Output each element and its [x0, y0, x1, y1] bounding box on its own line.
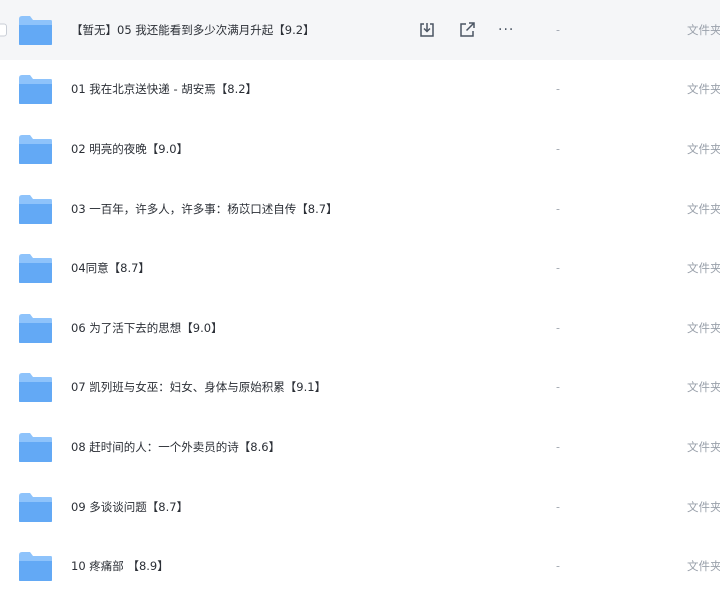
more-icon[interactable]: ···	[498, 18, 538, 42]
file-type: 文件夹	[687, 499, 720, 514]
folder-icon	[19, 313, 52, 343]
folder-icon	[19, 373, 52, 403]
file-name[interactable]: 08 赶时间的人：一个外卖员的诗【8.6】	[71, 439, 280, 455]
file-type: 文件夹	[687, 380, 720, 395]
row-actions: ···	[418, 18, 538, 42]
file-size: -	[556, 261, 560, 275]
file-size: -	[556, 321, 560, 335]
file-size: -	[556, 559, 560, 573]
file-name[interactable]: 07 凯列班与女巫：妇女、身体与原始积累【9.1】	[71, 379, 326, 395]
file-row[interactable]: 10 疼痛部 【8.9】 - 文件夹	[0, 536, 720, 596]
file-row[interactable]: 06 为了活下去的思想【9.0】 - 文件夹	[0, 298, 720, 358]
file-row[interactable]: 04同意【8.7】 - 文件夹	[0, 238, 720, 298]
file-type: 文件夹	[687, 559, 720, 574]
folder-icon	[19, 15, 52, 45]
folder-icon	[19, 194, 52, 224]
file-row[interactable]: 01 我在北京送快递 - 胡安焉【8.2】 - 文件夹	[0, 60, 720, 120]
file-size: -	[556, 380, 560, 394]
file-name[interactable]: 10 疼痛部 【8.9】	[71, 558, 169, 574]
file-name[interactable]: 03 一百年，许多人，许多事：杨苡口述自传【8.7】	[71, 201, 338, 217]
file-type: 文件夹	[687, 82, 720, 97]
file-name[interactable]: 06 为了活下去的思想【9.0】	[71, 320, 223, 336]
file-type: 文件夹	[687, 320, 720, 335]
file-row[interactable]: 【暂无】05 我还能看到多少次满月升起【9.2】 ··· - 文件夹	[0, 0, 720, 60]
folder-icon	[19, 134, 52, 164]
file-row[interactable]: 02 明亮的夜晚【9.0】 - 文件夹	[0, 119, 720, 179]
file-list: 【暂无】05 我还能看到多少次满月升起【9.2】 ··· - 文件夹 01 我在…	[0, 0, 720, 596]
file-row[interactable]: 09 多谈谈问题【8.7】 - 文件夹	[0, 477, 720, 537]
file-name[interactable]: 09 多谈谈问题【8.7】	[71, 499, 188, 515]
file-type: 文件夹	[687, 201, 720, 216]
folder-icon	[19, 254, 52, 284]
file-row[interactable]: 07 凯列班与女巫：妇女、身体与原始积累【9.1】 - 文件夹	[0, 358, 720, 418]
file-size: -	[556, 440, 560, 454]
folder-icon	[19, 492, 52, 522]
file-type: 文件夹	[687, 439, 720, 454]
share-icon[interactable]	[458, 18, 498, 42]
file-size: -	[556, 82, 560, 96]
file-name[interactable]: 01 我在北京送快递 - 胡安焉【8.2】	[71, 81, 257, 97]
file-name[interactable]: 04同意【8.7】	[71, 260, 150, 276]
file-name[interactable]: 【暂无】05 我还能看到多少次满月升起【9.2】	[71, 22, 315, 38]
file-size: -	[556, 500, 560, 514]
file-size: -	[556, 202, 560, 216]
file-row[interactable]: 03 一百年，许多人，许多事：杨苡口述自传【8.7】 - 文件夹	[0, 179, 720, 239]
folder-icon	[19, 75, 52, 105]
file-row[interactable]: 08 赶时间的人：一个外卖员的诗【8.6】 - 文件夹	[0, 417, 720, 477]
row-checkbox[interactable]	[0, 23, 7, 37]
file-type: 文件夹	[687, 141, 720, 156]
folder-icon	[19, 432, 52, 462]
file-name[interactable]: 02 明亮的夜晚【9.0】	[71, 141, 188, 157]
file-type: 文件夹	[687, 22, 720, 37]
download-icon[interactable]	[418, 18, 458, 42]
file-size: -	[556, 142, 560, 156]
file-size: -	[556, 23, 560, 37]
folder-icon	[19, 552, 52, 582]
file-type: 文件夹	[687, 261, 720, 276]
